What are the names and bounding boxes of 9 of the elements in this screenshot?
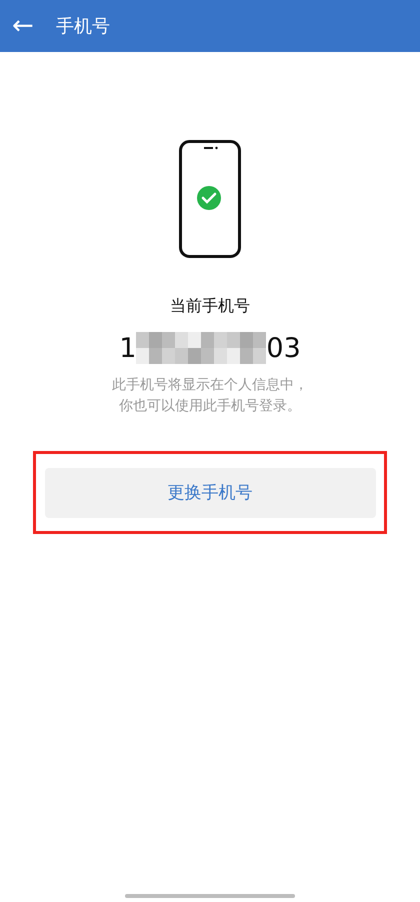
description-line: 你也可以使用此手机号登录。	[119, 397, 301, 416]
phone-number-end: 03	[266, 332, 301, 364]
description-line: 此手机号将显示在个人信息中，	[112, 376, 308, 395]
phone-check-icon	[179, 140, 241, 258]
change-number-button[interactable]: 更换手机号	[44, 468, 376, 518]
back-button[interactable]: ←	[12, 13, 34, 39]
current-number-label: 当前手机号	[170, 296, 250, 317]
page-title: 手机号	[56, 15, 110, 38]
phone-number-start: 1	[119, 332, 136, 364]
